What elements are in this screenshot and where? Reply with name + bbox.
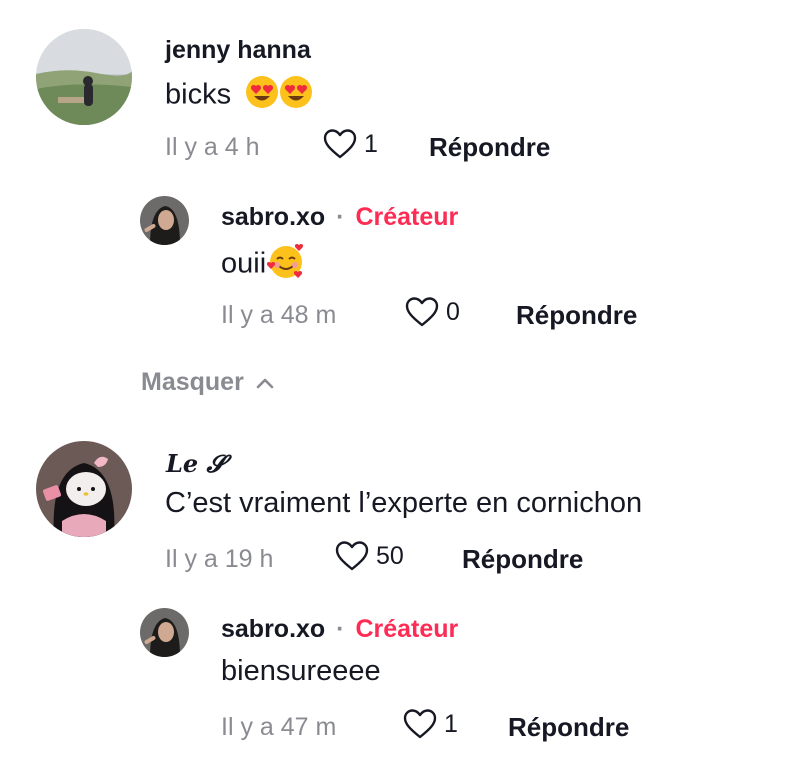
heart-outline-icon: [323, 129, 357, 159]
comment-author[interactable]: jenny hanna: [165, 36, 311, 65]
avatar[interactable]: [36, 441, 132, 537]
comment-text: bicks: [165, 75, 313, 117]
comment-author[interactable]: Le 𝓢: [166, 449, 225, 478]
reply-text: biensureeee: [221, 655, 381, 687]
chevron-up-icon: [256, 378, 274, 388]
like-button[interactable]: 0: [404, 296, 460, 328]
reply-timestamp: Il y a 48 m: [221, 301, 337, 329]
reply-author[interactable]: sabro.xo: [221, 203, 325, 231]
reply-author-line: sabro.xo · Créateur: [221, 203, 458, 232]
reply-button[interactable]: Répondre: [429, 132, 550, 163]
avatar[interactable]: [140, 196, 189, 245]
avatar[interactable]: [36, 29, 132, 125]
like-count: 1: [364, 129, 378, 158]
separator-dot: ·: [336, 203, 345, 231]
creator-badge: Créateur: [355, 203, 459, 231]
like-count: 50: [376, 541, 404, 570]
like-button[interactable]: 50: [334, 540, 404, 572]
heart-eyes-emoji-icon: [245, 75, 279, 117]
reply-button[interactable]: Répondre: [516, 300, 637, 331]
avatar-portrait-image: [140, 608, 189, 657]
like-count: 0: [446, 297, 460, 326]
reply-author[interactable]: sabro.xo: [221, 615, 325, 643]
reply-timestamp: Il y a 47 m: [221, 713, 337, 741]
like-button[interactable]: 1: [402, 708, 458, 740]
hide-replies-label: Masquer: [141, 368, 244, 396]
separator-dot: ·: [336, 615, 345, 643]
like-count: 1: [444, 709, 458, 738]
heart-outline-icon: [403, 709, 437, 739]
avatar-portrait-image: [140, 196, 189, 245]
creator-badge: Créateur: [355, 615, 459, 643]
comment-text: C’est vraiment l’experte en cornichon: [165, 487, 643, 519]
comment-timestamp: Il y a 19 h: [165, 545, 274, 573]
reply-button[interactable]: Répondre: [508, 712, 629, 743]
heart-eyes-emoji-icon: [279, 75, 313, 117]
avatar[interactable]: [140, 608, 189, 657]
heart-outline-icon: [405, 297, 439, 327]
reply-text-content: ouii: [221, 247, 267, 280]
like-button[interactable]: 1: [322, 128, 378, 160]
reply-button[interactable]: Répondre: [462, 544, 583, 575]
comment-text-content: bicks: [165, 78, 232, 111]
hide-replies-button[interactable]: Masquer: [141, 368, 274, 397]
reply-text: ouii: [221, 242, 306, 288]
comment-timestamp: Il y a 4 h: [165, 133, 260, 161]
avatar-character-image: [36, 441, 132, 537]
smiling-face-with-hearts-emoji-icon: [266, 242, 306, 288]
heart-outline-icon: [335, 541, 369, 571]
reply-author-line: sabro.xo · Créateur: [221, 615, 458, 644]
avatar-landscape-image: [36, 29, 132, 125]
